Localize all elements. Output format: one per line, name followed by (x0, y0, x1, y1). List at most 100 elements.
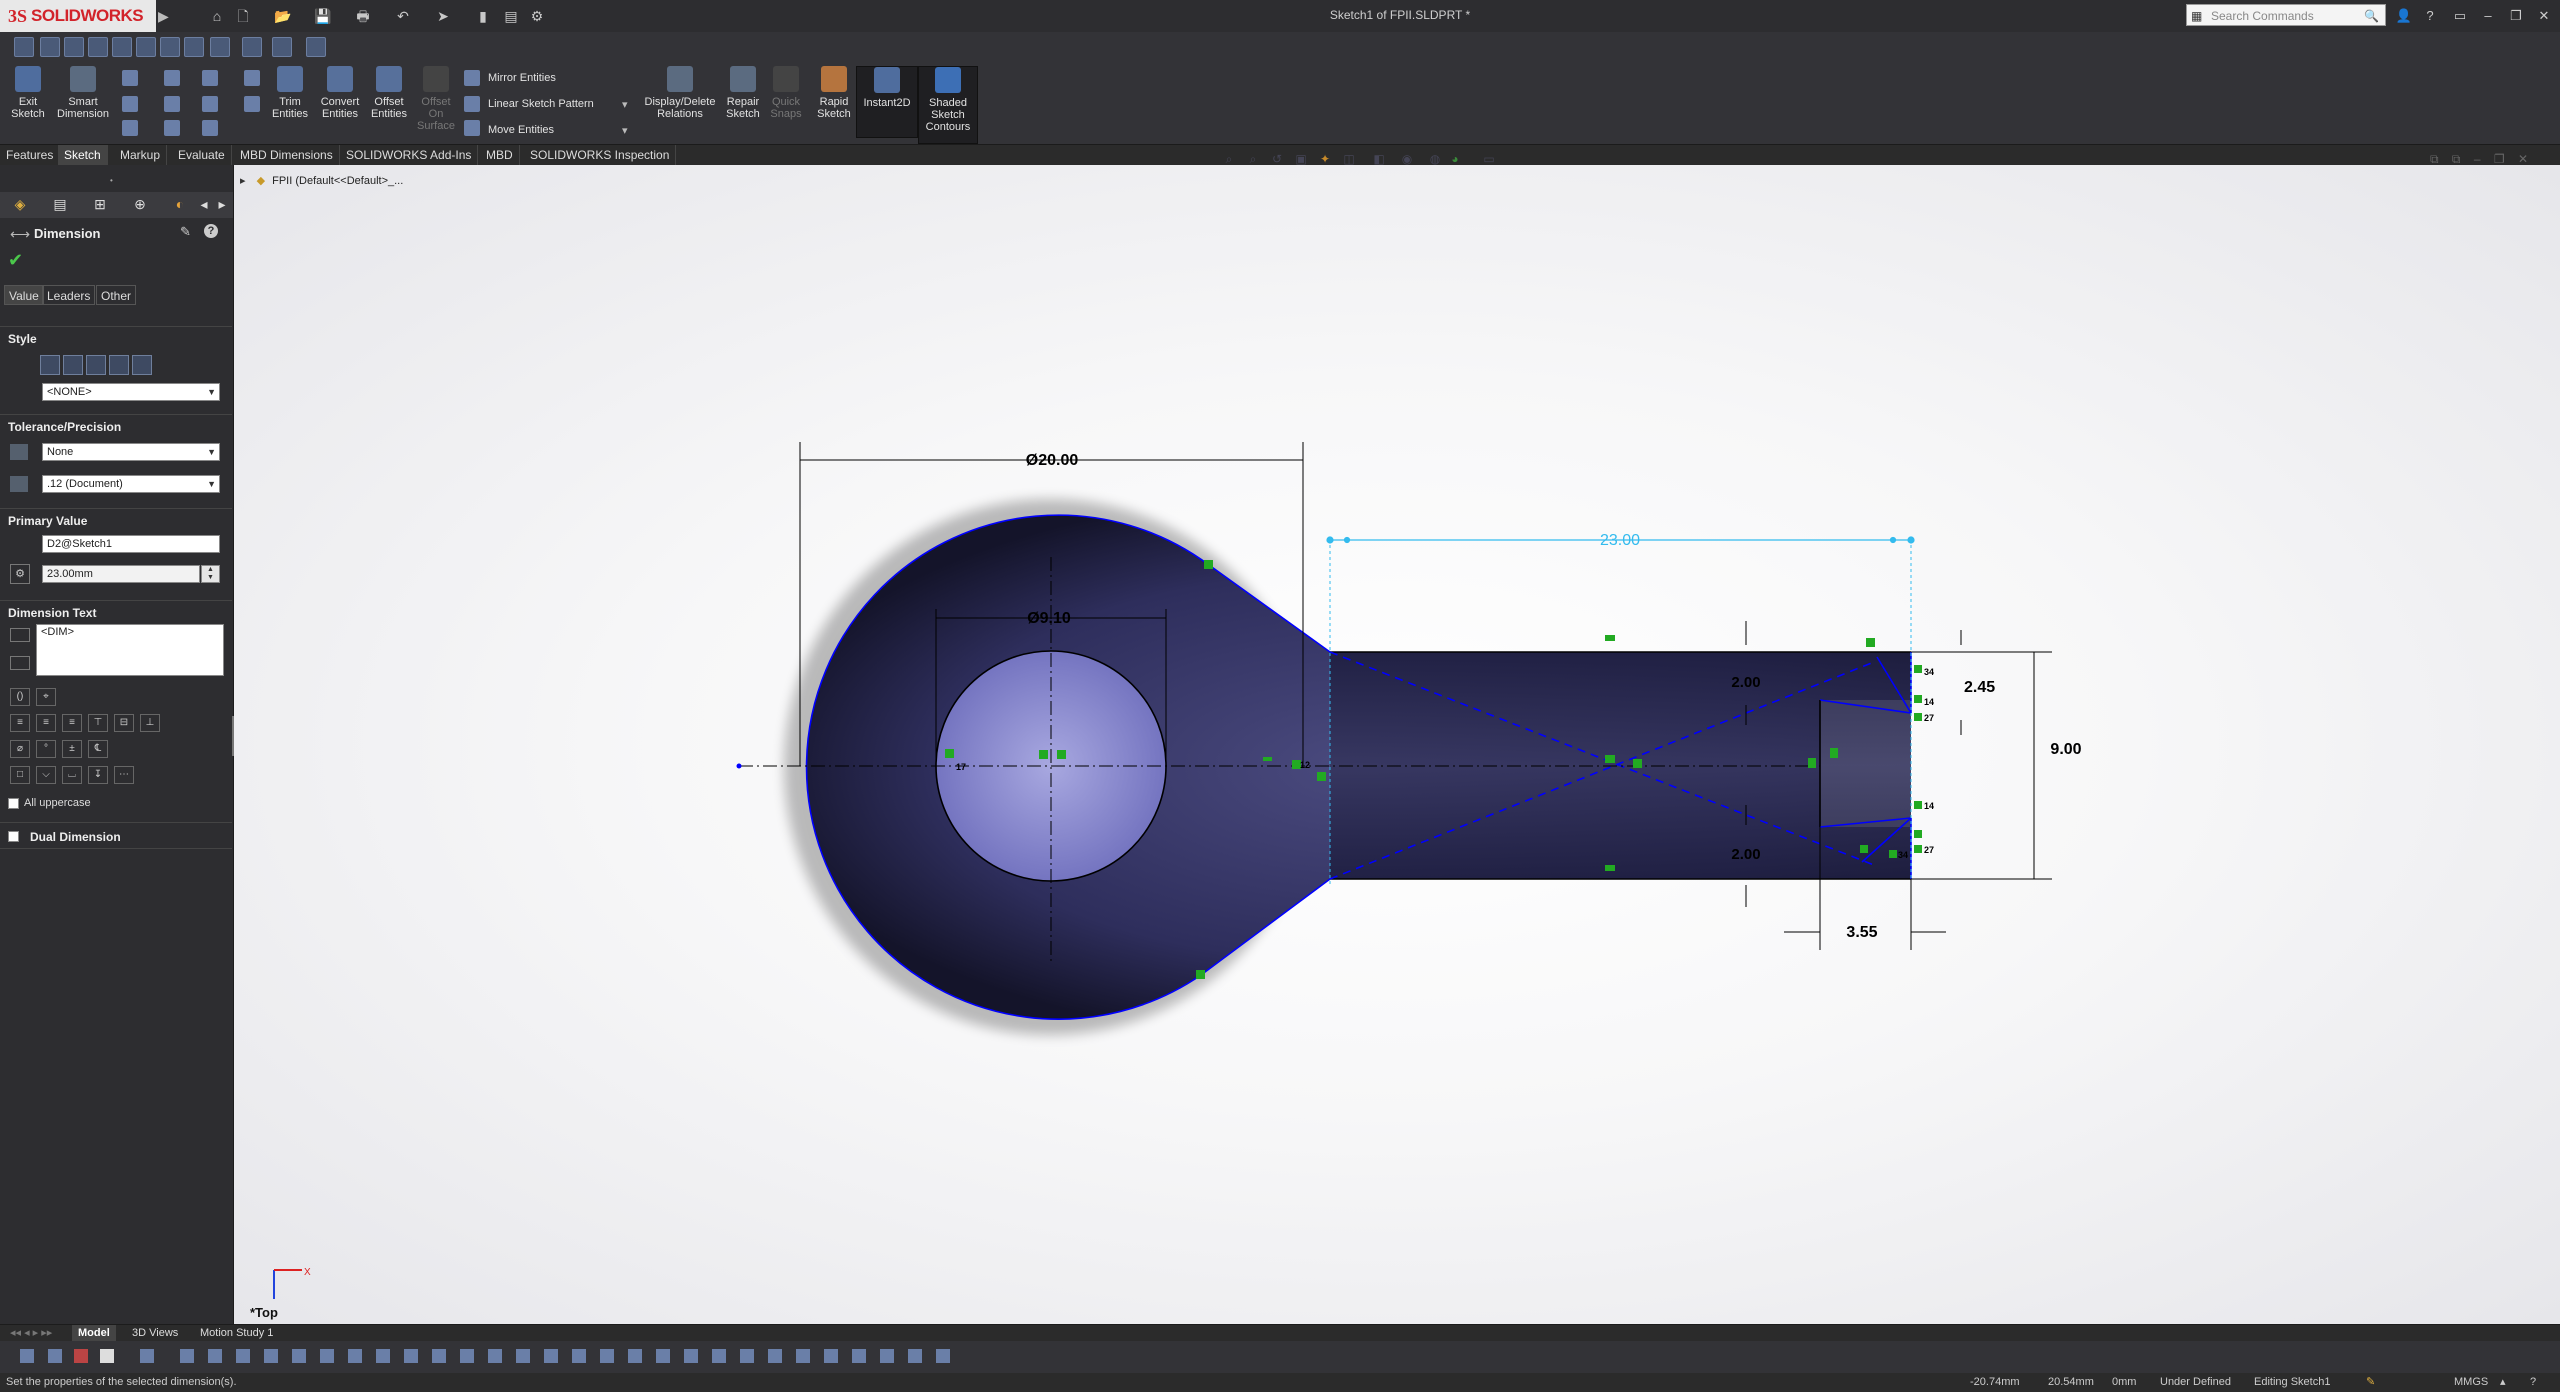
status-units[interactable]: MMGS (2454, 1373, 2488, 1392)
sketch-tool-icon[interactable] (272, 37, 292, 57)
zoom-to-area-icon[interactable]: ⌕ (1244, 152, 1262, 168)
dimension-palette-icon[interactable]: ✎ (180, 224, 191, 240)
new-document-icon[interactable]: 🗋 (232, 6, 254, 26)
viewport-minimize-icon[interactable]: – (2474, 152, 2481, 166)
plus-minus-symbol-icon[interactable]: ± (62, 740, 82, 758)
close-window-icon[interactable]: ✕ (2532, 6, 2556, 26)
feature-manager-icon[interactable]: ◈ (8, 196, 32, 214)
apply-default-style-icon[interactable] (40, 355, 60, 375)
override-value-icon[interactable]: ⚙ (10, 564, 30, 584)
arc-icon[interactable] (164, 96, 180, 112)
help-question-icon[interactable]: ? (204, 224, 218, 238)
view-right-icon[interactable] (88, 37, 108, 57)
slot-depth-dimension[interactable]: 3.55 (1846, 924, 1877, 941)
pencil-icon[interactable] (306, 37, 326, 57)
graphics-area[interactable]: Ø20.00 Ø9.10 23.00 2.00 2.00 2.45 9.00 3… (234, 165, 2560, 1325)
convert-entities-button[interactable]: Convert Entities (316, 66, 364, 120)
value-spin-stepper[interactable]: ▲ ▼ (201, 565, 220, 583)
circle-icon[interactable] (164, 70, 180, 86)
tree-expand-icon[interactable]: ▸ (240, 175, 246, 187)
align-middle-icon[interactable]: ⊟ (114, 714, 134, 732)
dual-dimension-checkbox[interactable] (8, 831, 19, 842)
tab-sketch[interactable]: Sketch (58, 145, 108, 165)
edit-appearance-view-icon[interactable]: ◍ (1426, 152, 1444, 168)
tab-model[interactable]: Model (72, 1325, 116, 1341)
linear-sketch-pattern-button[interactable]: Linear Sketch Pattern (488, 98, 594, 110)
centerline-symbol-icon[interactable]: ℄ (88, 740, 108, 758)
text-icon[interactable] (244, 96, 260, 112)
viewport-close-icon[interactable]: ✕ (2518, 152, 2528, 166)
print-icon[interactable]: 🖶 (352, 6, 374, 26)
polygon-icon[interactable] (202, 96, 218, 112)
restore-window-icon[interactable]: ❐ (2504, 6, 2528, 26)
add-parentheses-icon[interactable]: () (10, 688, 30, 706)
add-style-icon[interactable] (63, 355, 83, 375)
load-style-icon[interactable] (132, 355, 152, 375)
display-manager-icon[interactable]: ◐ (168, 196, 192, 214)
tab-markup[interactable]: Markup (114, 145, 168, 165)
hide-show-items-icon[interactable]: ◉ (1398, 152, 1416, 168)
minimize-window-icon[interactable]: – (2476, 6, 2500, 26)
tip-dimension[interactable]: 2.45 (1964, 679, 1995, 696)
view-orientation-icon[interactable]: ◫ (1340, 152, 1358, 168)
view-section-icon[interactable] (210, 37, 230, 57)
repair-sketch-button[interactable]: Repair Sketch (722, 66, 764, 120)
slot-top-dimension[interactable]: 2.00 (1731, 674, 1760, 691)
dimension-value-input[interactable]: 23.00mm (42, 565, 200, 583)
pane-scroll-right-icon[interactable]: ▸ (210, 196, 234, 214)
dynamic-annotation-icon[interactable]: ✦ (1316, 152, 1334, 168)
view-dimetric-icon[interactable] (160, 37, 180, 57)
trim-entities-button[interactable]: Trim Entities (266, 66, 314, 120)
rectangle-icon[interactable] (122, 96, 138, 112)
rebuild-icon[interactable]: ✎ (2366, 1373, 2375, 1392)
subtab-other[interactable]: Other (96, 285, 137, 305)
spline-icon[interactable] (202, 70, 218, 86)
view-normal-icon[interactable] (136, 37, 156, 57)
delete-style-icon[interactable] (86, 355, 106, 375)
home-icon[interactable]: ⌂ (206, 6, 228, 26)
primary-value-section-header[interactable]: Primary Value (8, 514, 87, 528)
splitter-dot-icon[interactable]: • (110, 176, 122, 185)
style-favorite-select[interactable]: <NONE> ▼ (42, 383, 220, 401)
align-top-icon[interactable]: ⊤ (88, 714, 108, 732)
move-dropdown-icon[interactable]: ▾ (622, 124, 628, 137)
countersink-symbol-icon[interactable]: ⌵ (36, 766, 56, 784)
justify-center-icon[interactable]: ≡ (36, 714, 56, 732)
ok-checkmark-icon[interactable]: ✔ (8, 250, 23, 271)
edit-appearance-icon[interactable] (242, 37, 262, 57)
feature-tree-root[interactable]: ▸ ◆ FPII (Default<<Default>_... (240, 174, 403, 187)
file-properties-icon[interactable]: ▤ (500, 6, 522, 26)
justify-left-icon[interactable]: ≡ (10, 714, 30, 732)
fillet-icon[interactable] (164, 120, 180, 136)
section-view-icon[interactable]: ▣ (1292, 152, 1310, 168)
options-gear-icon[interactable]: ⚙ (526, 6, 548, 26)
tab-motion-study[interactable]: Motion Study 1 (194, 1325, 279, 1341)
sketch-svg[interactable]: Ø20.00 Ø9.10 23.00 2.00 2.00 2.45 9.00 3… (234, 165, 2560, 1325)
select-pointer-icon[interactable]: ➤ (432, 6, 454, 26)
shaded-sketch-contours-button[interactable]: Shaded Sketch Contours (918, 66, 978, 144)
mirror-entities-button[interactable]: Mirror Entities (488, 72, 556, 84)
tab-solidworks-inspection[interactable]: SOLIDWORKS Inspection (524, 145, 677, 165)
customize-status-icon[interactable]: ? (2530, 1373, 2536, 1392)
slot-icon[interactable] (122, 120, 138, 136)
tab-solidworks-addins[interactable]: SOLIDWORKS Add-Ins (340, 145, 479, 165)
dimension-text-area[interactable]: <DIM> (36, 624, 224, 676)
pin-icon[interactable] (14, 37, 34, 57)
center-dimension-icon[interactable]: ⌖ (36, 688, 56, 706)
tab-mbd-dimensions[interactable]: MBD Dimensions (234, 145, 340, 165)
exit-sketch-button[interactable]: Exit Sketch (6, 66, 50, 120)
align-bottom-icon[interactable]: ⊥ (140, 714, 160, 732)
square-symbol-icon[interactable]: □ (10, 766, 30, 784)
zoom-to-fit-icon[interactable]: ⌕ (1220, 152, 1238, 168)
counterbore-symbol-icon[interactable]: ⌴ (62, 766, 82, 784)
previous-view-icon[interactable]: ↺ (1268, 152, 1286, 168)
undo-icon[interactable]: ↶ (392, 6, 414, 26)
precision-select[interactable]: .12 (Document) ▼ (42, 475, 220, 493)
degree-symbol-icon[interactable]: ° (36, 740, 56, 758)
tab-mbd[interactable]: MBD (480, 145, 520, 165)
offset-on-surface-button[interactable]: Offset On Surface (414, 66, 458, 132)
style-section-header[interactable]: Style (8, 332, 37, 346)
rapid-sketch-button[interactable]: Rapid Sketch (812, 66, 856, 120)
open-document-icon[interactable]: 📂 (272, 6, 294, 26)
pattern-dropdown-icon[interactable]: ▾ (622, 98, 628, 111)
